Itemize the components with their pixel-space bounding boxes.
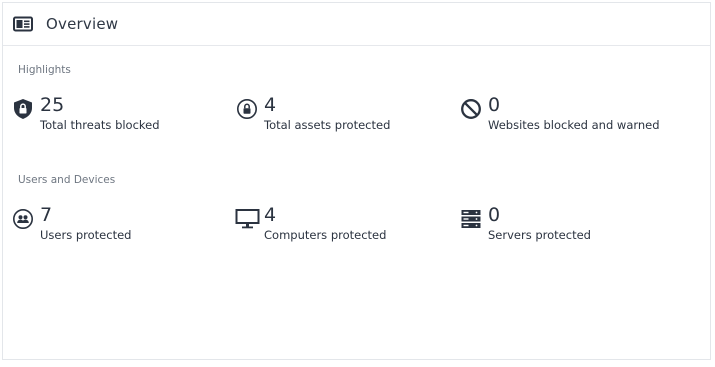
stat-value: 7 [40,204,53,226]
stat-label: Computers protected [264,228,387,242]
overview-card-icon [13,16,33,32]
shield-lock-icon [12,98,34,120]
stat-value: 4 [264,94,277,116]
stat-value: 4 [264,204,277,226]
stat-label: Users protected [40,228,132,242]
overview-panel: Overview Highlights 25 Total threats blo… [2,2,711,360]
stat-label: Total threats blocked [40,118,160,132]
stat-computers-protected[interactable]: 4 Computers protected [235,204,456,248]
stat-label: Servers protected [488,228,591,242]
stat-assets-protected[interactable]: 4 Total assets protected [236,94,456,138]
users-circle-icon [12,208,34,230]
monitor-icon [235,208,261,230]
page-title: Overview [46,15,119,33]
section-label-highlights: Highlights [18,64,71,76]
stat-users-protected[interactable]: 7 Users protected [12,204,232,248]
server-icon [460,208,482,230]
stat-value: 0 [488,94,501,116]
stat-websites-blocked[interactable]: 0 Websites blocked and warned [460,94,680,138]
lock-circle-icon [236,98,258,120]
section-label-users-devices: Users and Devices [18,174,116,186]
panel-header: Overview [3,3,710,46]
stat-value: 25 [40,94,65,116]
blocked-icon [460,98,482,120]
stat-label: Websites blocked and warned [488,118,660,132]
stat-label: Total assets protected [264,118,391,132]
stat-servers-protected[interactable]: 0 Servers protected [460,204,680,248]
stat-threats-blocked[interactable]: 25 Total threats blocked [12,94,232,138]
stat-value: 0 [488,204,501,226]
